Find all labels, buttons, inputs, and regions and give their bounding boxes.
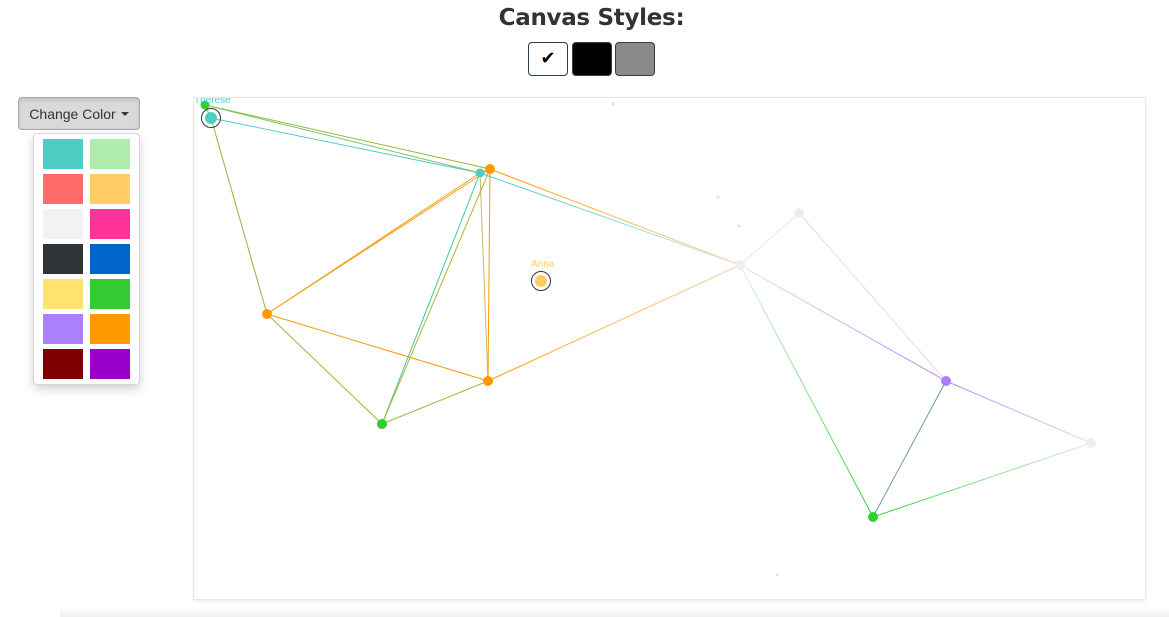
color-swatch[interactable] [43,314,83,344]
stray-dot [737,224,741,228]
stray-dot [775,573,779,577]
color-swatch[interactable] [43,174,83,204]
color-swatch[interactable] [90,349,130,379]
node-light[interactable] [794,208,804,218]
canvas-style-black-button[interactable] [572,42,612,76]
edge-line [266,313,489,382]
edge-line [210,117,481,174]
color-dropdown-menu [33,133,140,385]
node-light[interactable] [1086,438,1096,448]
edge-line [381,172,481,425]
color-swatch[interactable] [90,139,130,169]
color-swatch[interactable] [90,174,130,204]
change-color-button[interactable]: Change Color [18,97,140,130]
edge-line [210,117,268,315]
node-purple[interactable] [941,376,951,386]
change-color-label: Change Color [29,105,116,122]
edge-line [204,104,491,170]
color-swatch[interactable] [90,244,130,274]
edge-line [479,172,741,266]
color-swatch[interactable] [43,349,83,379]
stray-dot [716,195,720,199]
canvas-style-white-button[interactable]: ✔ [528,42,568,76]
check-icon: ✔ [540,48,556,69]
edge-line [204,104,481,174]
node-orange[interactable] [262,309,272,319]
caret-down-icon [120,111,129,116]
node-green[interactable] [377,419,387,429]
edge-line [489,168,741,266]
edge-line [798,212,947,382]
color-swatch[interactable] [43,244,83,274]
edge-line [381,168,491,425]
edge-line [487,264,741,382]
edge-line [479,172,489,382]
node-therese[interactable] [205,112,217,124]
network-graph: Therese Anna [194,95,1096,577]
stray-dot [611,102,615,106]
edge-line [945,380,1092,444]
canvas-style-gray-button[interactable] [615,42,655,76]
edge-line [487,168,491,382]
page-title: Canvas Styles: [498,5,685,31]
node-orange[interactable] [483,376,493,386]
color-swatch[interactable] [90,314,130,344]
color-swatch[interactable] [90,209,130,239]
node-label-anna[interactable]: Anna [531,259,555,270]
edge-line [266,168,491,315]
color-swatch[interactable] [43,279,83,309]
node-anna[interactable] [535,275,547,287]
graph-canvas[interactable]: Therese Anna [193,95,1146,600]
edge-line [872,380,947,518]
node-light[interactable] [735,260,745,270]
edge-line [739,212,800,266]
node-green[interactable] [868,512,878,522]
color-swatch[interactable] [43,209,83,239]
edge-line [266,313,383,425]
edge-line [872,442,1092,518]
node-teal[interactable] [475,168,485,178]
color-swatch[interactable] [90,279,130,309]
page-bottom-shadow [60,606,1169,617]
color-swatch[interactable] [43,139,83,169]
node-orange[interactable] [485,164,495,174]
node-label-therese[interactable]: Therese [194,95,231,106]
